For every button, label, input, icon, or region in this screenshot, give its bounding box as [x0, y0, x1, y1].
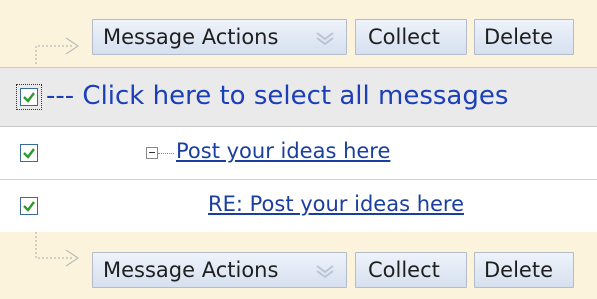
- message-list-panel: Message Actions Collect Delete --- Click…: [0, 0, 597, 299]
- message-row: RE: Post your ideas here: [0, 180, 597, 233]
- tree-line: [158, 153, 174, 154]
- message-actions-label: Message Actions: [103, 25, 279, 49]
- message-actions-label: Message Actions: [103, 258, 279, 282]
- message-subject-link[interactable]: Post your ideas here: [176, 139, 390, 163]
- collect-button[interactable]: Collect: [355, 252, 467, 288]
- chevron-down-icon: [316, 265, 334, 278]
- message-checkbox[interactable]: [20, 197, 38, 215]
- select-all-checkbox[interactable]: [20, 88, 38, 106]
- checkmark-icon: [23, 148, 35, 159]
- delete-button[interactable]: Delete: [474, 19, 574, 55]
- collect-button[interactable]: Collect: [355, 19, 467, 55]
- tree-connector-icon: [35, 37, 80, 64]
- message-row: Post your ideas here: [0, 127, 597, 180]
- message-checkbox[interactable]: [20, 144, 38, 162]
- collapse-icon[interactable]: [146, 147, 158, 159]
- toolbar-bottom: Message Actions Collect Delete: [0, 232, 597, 299]
- checkmark-icon: [23, 201, 35, 212]
- toolbar-top: Message Actions Collect Delete: [0, 0, 597, 67]
- checkmark-icon: [23, 92, 35, 103]
- tree-connector-icon: [35, 232, 80, 267]
- message-actions-button[interactable]: Message Actions: [92, 19, 347, 55]
- message-actions-button[interactable]: Message Actions: [92, 252, 347, 288]
- message-subject-link[interactable]: RE: Post your ideas here: [208, 192, 464, 216]
- chevron-down-icon: [316, 32, 334, 45]
- select-all-row: --- Click here to select all messages: [0, 67, 597, 127]
- select-all-label[interactable]: --- Click here to select all messages: [46, 81, 508, 111]
- delete-button[interactable]: Delete: [474, 252, 574, 288]
